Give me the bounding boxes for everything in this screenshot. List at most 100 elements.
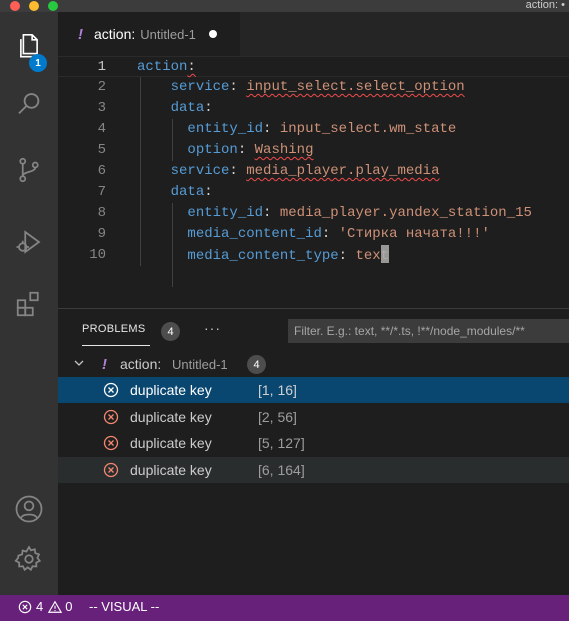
- line-number: 5: [97, 142, 106, 158]
- minimize-window-button[interactable]: [29, 1, 39, 11]
- problem-row[interactable]: duplicate key [6, 164]: [58, 456, 569, 483]
- title-bar: action: •: [0, 0, 569, 12]
- yaml-separator: :: [187, 59, 196, 75]
- bottom-panel: PROBLEMS 4 ··· Filter. E.g.: text, **/*.…: [58, 308, 569, 595]
- code-line[interactable]: 2 service: input_select.select_option: [58, 77, 569, 98]
- error-icon: [103, 462, 119, 477]
- problems-file-name: action:: [120, 356, 162, 372]
- code-line[interactable]: 9 media_content_id: 'Стирка начата!!!': [58, 224, 569, 245]
- yaml-value: media_player.play_media: [246, 163, 440, 179]
- window-title: action: •: [525, 0, 565, 11]
- yaml-separator: :: [204, 184, 213, 200]
- yaml-key: action: [137, 59, 188, 75]
- problems-count-badge: 4: [161, 322, 180, 341]
- code-text: data:: [137, 182, 213, 203]
- unsaved-dot-icon[interactable]: [208, 30, 217, 38]
- yaml-separator: :: [321, 226, 339, 242]
- yaml-key: entity_id: [187, 205, 264, 221]
- activity-bar: 1: [0, 12, 58, 595]
- warning-count: 0: [65, 599, 73, 614]
- tab-title: action:: [94, 26, 136, 42]
- gear-icon: [14, 545, 42, 572]
- code-line[interactable]: 4 entity_id: input_select.wm_state: [58, 119, 569, 140]
- source-control-icon: [19, 157, 39, 183]
- error-icon: [103, 409, 119, 424]
- extensions-button[interactable]: [0, 281, 58, 327]
- close-window-button[interactable]: [10, 1, 20, 11]
- code-text: entity_id: input_select.wm_state: [137, 119, 456, 140]
- code-line[interactable]: 1 action:: [58, 56, 569, 77]
- problem-position: [5, 127]: [258, 435, 305, 451]
- code-line[interactable]: 3 data:: [58, 98, 569, 119]
- search-button[interactable]: [0, 81, 58, 127]
- yaml-separator: :: [338, 248, 356, 264]
- problem-row[interactable]: duplicate key [2, 56]: [58, 404, 569, 430]
- code-line[interactable]: 8 entity_id: media_player.yandex_station…: [58, 203, 569, 224]
- error-icon: [18, 600, 32, 613]
- manage-button[interactable]: [0, 536, 58, 582]
- problems-status[interactable]: 4 0: [18, 599, 72, 614]
- run-debug-button[interactable]: [0, 219, 58, 265]
- yaml-key: service: [170, 79, 230, 95]
- explorer-badge: 1: [29, 54, 47, 72]
- line-number: 7: [97, 184, 106, 200]
- yaml-key: data: [170, 184, 205, 200]
- yaml-value: input_select.select_option: [246, 79, 465, 95]
- yaml-value: input_select.wm_state: [279, 121, 457, 137]
- yaml-value: 'Стирка начата!!!': [338, 226, 490, 242]
- line-number: 2: [97, 79, 106, 95]
- accounts-button[interactable]: [0, 486, 58, 532]
- source-control-button[interactable]: [0, 147, 58, 193]
- code-text: media_content_id: 'Стирка начата!!!': [137, 224, 490, 245]
- status-bar: 4 0 -- VISUAL --: [0, 595, 569, 621]
- yaml-separator: :: [229, 163, 247, 179]
- problem-row[interactable]: duplicate key [1, 16]: [58, 377, 569, 403]
- line-number: 3: [97, 100, 106, 116]
- code-line[interactable]: 6 service: media_player.play_media: [58, 161, 569, 182]
- code-text: action:: [137, 57, 196, 78]
- code-text: option: Washing: [137, 140, 313, 161]
- code-editor[interactable]: 1 action: 2 service: input_select.select_o…: [58, 56, 569, 308]
- code-line[interactable]: 10 media_content_type: text: [58, 245, 569, 266]
- line-number: 8: [97, 205, 106, 221]
- line-number: 4: [97, 121, 106, 137]
- problem-row[interactable]: duplicate key [5, 127]: [58, 430, 569, 456]
- error-count: 4: [36, 599, 44, 614]
- yaml-key: data: [170, 100, 205, 116]
- search-icon: [18, 93, 40, 115]
- line-number: 10: [89, 247, 106, 263]
- code-line[interactable]: 5 option: Washing: [58, 140, 569, 161]
- problems-file-description: Untitled-1: [172, 356, 228, 372]
- problem-message: duplicate key: [130, 435, 212, 451]
- tab-problems[interactable]: PROBLEMS: [82, 323, 146, 335]
- explorer-button[interactable]: 1: [0, 23, 58, 72]
- yaml-separator: :: [229, 79, 247, 95]
- yaml-key: media_content_id: [187, 226, 322, 242]
- zoom-window-button[interactable]: [48, 1, 58, 11]
- editor-tab-untitled-1[interactable]: ! action: Untitled-1: [58, 12, 240, 56]
- chevron-down-icon[interactable]: [73, 357, 85, 372]
- problems-file-row[interactable]: ! action: Untitled-1 4: [58, 351, 569, 377]
- more-actions-icon[interactable]: ···: [204, 320, 221, 336]
- vim-mode-indicator: -- VISUAL --: [89, 599, 160, 614]
- code-text: entity_id: media_player.yandex_station_1…: [137, 203, 531, 224]
- code-text: data:: [137, 98, 213, 119]
- line-number: 9: [97, 226, 106, 242]
- account-icon: [15, 495, 43, 523]
- run-debug-icon: [16, 230, 41, 254]
- code-line[interactable]: 7 data:: [58, 182, 569, 203]
- code-text: service: input_select.select_option: [137, 77, 465, 98]
- yaml-key: service: [170, 163, 230, 179]
- problems-filter-input[interactable]: Filter. E.g.: text, **/*.ts, !**/node_mo…: [288, 319, 569, 343]
- line-number: 1: [97, 59, 106, 75]
- yaml-separator: :: [237, 142, 255, 158]
- warning-icon: [48, 600, 63, 613]
- line-number: 6: [97, 163, 106, 179]
- panel-header: PROBLEMS 4 ··· Filter. E.g.: text, **/*.…: [58, 309, 569, 353]
- problem-message: duplicate key: [130, 408, 212, 425]
